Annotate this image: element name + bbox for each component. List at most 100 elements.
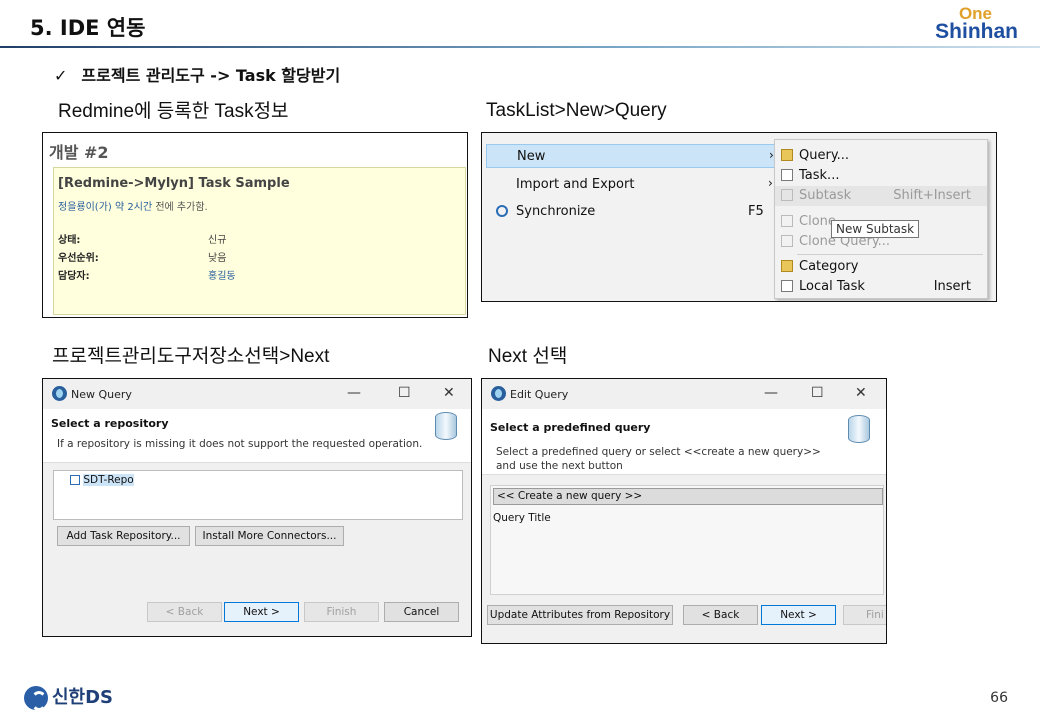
edit-query-dialog: Edit Query — ☐ ✕ Select a predefined que…: [481, 378, 887, 644]
close-icon[interactable]: ✕: [443, 385, 455, 401]
issue-meta: 정을룡이(가) 약 2시간 전에 추가함.: [58, 198, 208, 213]
task-label: Task...: [799, 168, 840, 183]
query-label: Query...: [799, 148, 850, 163]
eclipse-icon: [52, 386, 67, 401]
wizard-description-line2: and use the next button: [496, 460, 623, 472]
local-task-label: Local Task: [799, 279, 865, 294]
finish-button[interactable]: Fini: [843, 605, 886, 625]
page-number: 66: [990, 690, 1008, 706]
issue-subject: [Redmine->Mylyn] Task Sample: [58, 176, 290, 191]
dialog-titlebar: Edit Query — ☐ ✕: [482, 379, 886, 409]
submenu-subtask[interactable]: Subtask Shift+Insert: [775, 186, 987, 206]
query-list[interactable]: << Create a new query >> Query Title: [490, 485, 884, 595]
wizard-header: Select a repository If a repository is m…: [43, 409, 471, 463]
logo-shinhan-text: Shinhan: [935, 20, 1018, 43]
new-query-dialog: New Query — ☐ ✕ Select a repository If a…: [42, 378, 472, 637]
new-submenu: Query... Task... Subtask Shift+Insert Cl…: [774, 139, 988, 299]
chevron-right-icon: ›: [768, 176, 773, 190]
caption-tasklist: TaskList>New>Query: [486, 100, 667, 121]
wizard-header: Select a predefined query Select a prede…: [482, 409, 886, 475]
menu-item-synchronize[interactable]: Synchronize F5: [486, 200, 776, 224]
database-icon: [848, 415, 870, 443]
query-title-column: Query Title: [493, 512, 551, 524]
clone-query-icon: [781, 235, 793, 247]
repo-item[interactable]: SDT-Repo: [70, 474, 134, 486]
update-attributes-button[interactable]: Update Attributes from Repository: [487, 605, 673, 625]
finish-button[interactable]: Finish: [304, 602, 379, 622]
menu-sync-shortcut: F5: [748, 204, 764, 219]
bullet-heading: ✓ 프로젝트 관리도구 -> Task 할당받기: [54, 62, 340, 86]
subtask-icon: [781, 189, 793, 201]
local-task-icon: [781, 280, 793, 292]
wizard-body: SDT-Repo Add Task Repository... Install …: [43, 464, 471, 636]
folder-query-icon: [781, 149, 793, 161]
local-task-shortcut: Insert: [933, 279, 971, 294]
cancel-button[interactable]: Cancel: [384, 602, 459, 622]
next-button[interactable]: Next >: [761, 605, 836, 625]
category-label: Category: [799, 259, 859, 274]
repository-list[interactable]: SDT-Repo: [53, 470, 463, 520]
priority-label: 우선순위:: [58, 253, 99, 264]
priority-row: 우선순위: 낮음: [58, 249, 358, 264]
assignee-link[interactable]: 홍길동: [208, 267, 236, 282]
meta-rest: 전에 추가함.: [155, 202, 208, 213]
repo-item-label: SDT-Repo: [83, 474, 134, 486]
dialog-title: New Query: [71, 388, 132, 401]
slide-title: 5. IDE 연동: [30, 16, 146, 40]
sync-icon: [496, 205, 508, 217]
maximize-icon[interactable]: ☐: [398, 385, 411, 401]
tooltip: New Subtask: [831, 220, 920, 238]
status-row: 상태: 신규: [58, 231, 358, 246]
assignee-row: 담당자: 홍길동: [58, 267, 358, 282]
shinhan-logo-icon: [24, 686, 48, 711]
status-label: 상태:: [58, 235, 81, 246]
submenu-local-task[interactable]: Local Task Insert: [775, 277, 987, 297]
check-icon: ✓: [54, 66, 68, 85]
issue-details-box: [Redmine->Mylyn] Task Sample 정을룡이(가) 약 2…: [53, 167, 466, 315]
footer-brand-text: 신한DS: [52, 687, 114, 708]
install-connectors-button[interactable]: Install More Connectors...: [195, 526, 344, 546]
author-link[interactable]: 정을룡이(가): [58, 202, 112, 213]
menu-item-new[interactable]: New ›: [486, 144, 776, 168]
wizard-heading: Select a repository: [51, 417, 169, 430]
status-value: 신규: [208, 235, 227, 246]
assignee-label: 담당자:: [58, 271, 90, 282]
time-link[interactable]: 약 2시간: [115, 202, 152, 213]
folder-icon: [781, 260, 793, 272]
submenu-category[interactable]: Category: [775, 257, 987, 277]
caption-redmine: Redmine에 등록한 Task정보: [58, 101, 289, 122]
repository-icon: [70, 475, 80, 485]
menu-item-import-export[interactable]: Import and Export ›: [486, 173, 776, 197]
minimize-icon[interactable]: —: [764, 385, 778, 401]
wizard-heading: Select a predefined query: [490, 421, 651, 434]
back-button[interactable]: < Back: [683, 605, 758, 625]
close-icon[interactable]: ✕: [855, 385, 867, 401]
caption-repo-select: 프로젝트관리도구저장소선택>Next: [52, 346, 330, 367]
database-icon: [435, 412, 457, 440]
menu-new-label: New: [517, 149, 546, 164]
wizard-description: If a repository is missing it does not s…: [57, 438, 423, 450]
subtask-shortcut: Shift+Insert: [893, 188, 971, 203]
wizard-description-line1: Select a predefined query or select <<cr…: [496, 446, 821, 458]
menu-separator: [797, 254, 983, 255]
dialog-titlebar: New Query — ☐ ✕: [43, 379, 471, 409]
dialog-title: Edit Query: [510, 388, 569, 401]
submenu-query[interactable]: Query...: [775, 146, 987, 166]
issue-title: 개발 #2: [49, 143, 109, 162]
minimize-icon[interactable]: —: [347, 385, 361, 401]
bullet-text: 프로젝트 관리도구 -> Task 할당받기: [81, 66, 341, 85]
eclipse-icon: [491, 386, 506, 401]
menu-import-label: Import and Export: [516, 177, 635, 192]
redmine-panel: 개발 #2 [Redmine->Mylyn] Task Sample 정을룡이(…: [42, 132, 468, 318]
back-button[interactable]: < Back: [147, 602, 222, 622]
submenu-task[interactable]: Task...: [775, 166, 987, 186]
priority-value: 낮음: [208, 253, 227, 264]
create-new-query-item[interactable]: << Create a new query >>: [493, 488, 883, 505]
next-button[interactable]: Next >: [224, 602, 299, 622]
menu-sync-label: Synchronize: [516, 204, 596, 219]
clone-icon: [781, 215, 793, 227]
maximize-icon[interactable]: ☐: [811, 385, 824, 401]
title-divider: [0, 46, 1040, 48]
add-task-repository-button[interactable]: Add Task Repository...: [57, 526, 190, 546]
footer-brand: 신한DS: [24, 683, 114, 711]
